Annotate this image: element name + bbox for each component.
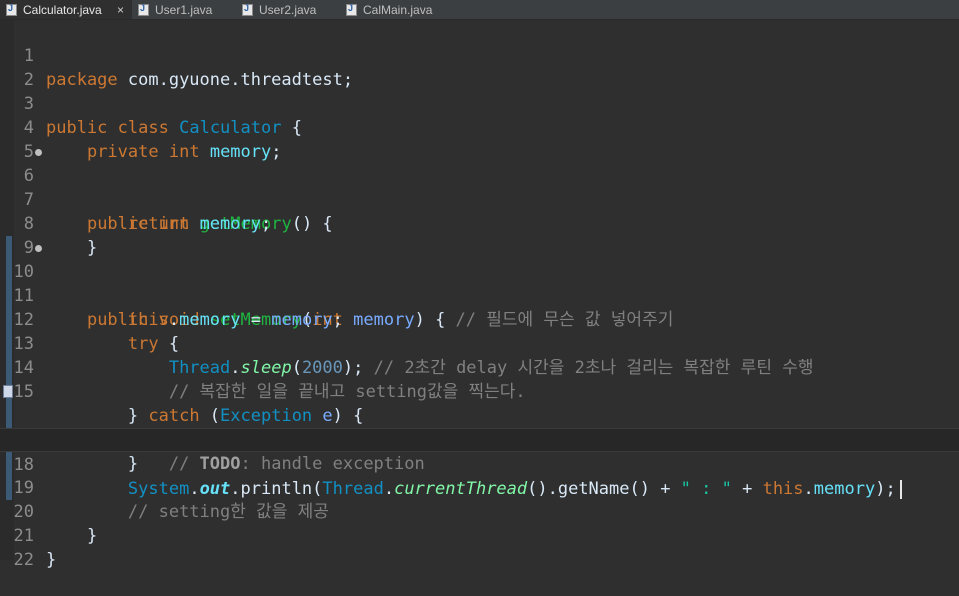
tab-calmain-java[interactable]: CalMain.java	[340, 0, 444, 19]
code-text: }	[46, 550, 57, 570]
current-code-line[interactable]: 18 System.out.println(Thread.currentThre…	[0, 428, 959, 499]
code-line[interactable]: 8 }	[0, 188, 959, 258]
code-line[interactable]: 13 Thread.sleep(2000); // 2초간 delay 시간을 …	[0, 308, 959, 378]
code-line[interactable]: 4 private int memory;	[0, 92, 959, 162]
fold-toggle-icon[interactable]	[35, 149, 42, 156]
line-number: 22	[13, 550, 34, 570]
code-line[interactable]: 16 // TODO: handle exception	[0, 380, 959, 474]
code-editor[interactable]: 1 package com.gyuone.threadtest; 2 3 pub…	[0, 20, 959, 570]
java-file-icon	[6, 3, 17, 16]
code-line[interactable]: 22	[0, 524, 959, 570]
code-line[interactable]: 19 // setting한 값을 제공	[0, 452, 959, 522]
code-line[interactable]: 5	[0, 116, 959, 162]
code-line[interactable]: 21 }	[0, 500, 959, 570]
tab-user1-java[interactable]: User1.java	[132, 0, 236, 19]
code-line[interactable]: 17 }	[0, 404, 959, 474]
code-line[interactable]: 15 } catch (Exception e) {	[0, 356, 959, 426]
code-line[interactable]: 11 this.memory = memory;	[0, 260, 959, 330]
tab-label: CalMain.java	[363, 2, 433, 17]
task-marker-icon[interactable]	[3, 385, 13, 398]
java-file-icon	[242, 3, 253, 16]
code-line[interactable]: 14 // 복잡한 일을 끝내고 setting값을 찍는다.	[0, 332, 959, 402]
java-file-icon	[346, 3, 357, 16]
fold-toggle-icon[interactable]	[35, 245, 42, 252]
code-line[interactable]: 2	[0, 44, 959, 90]
tab-label: User1.java	[155, 2, 213, 17]
tab-user2-java[interactable]: User2.java	[236, 0, 340, 19]
code-line[interactable]: 9	[0, 212, 959, 258]
java-file-icon	[138, 3, 149, 16]
tab-label: User2.java	[259, 2, 317, 17]
code-line[interactable]: 7 return memory;	[0, 164, 959, 234]
close-tab-icon[interactable]: ×	[117, 3, 124, 17]
code-line[interactable]: 20 }	[0, 476, 959, 546]
tab-calculator-java[interactable]: Calculator.java ×	[0, 0, 132, 19]
code-line[interactable]: 3 public class Calculator {	[0, 68, 959, 138]
code-line[interactable]: 1 package com.gyuone.threadtest;	[0, 20, 959, 90]
tab-label: Calculator.java	[23, 2, 102, 17]
code-line[interactable]: 10 public void setMemory(int memory) { /…	[0, 236, 959, 330]
code-line[interactable]: 6 public int getMemory() {	[0, 140, 959, 234]
code-line[interactable]: 12 try {	[0, 284, 959, 354]
editor-tab-bar: Calculator.java × User1.java User2.java …	[0, 0, 959, 20]
